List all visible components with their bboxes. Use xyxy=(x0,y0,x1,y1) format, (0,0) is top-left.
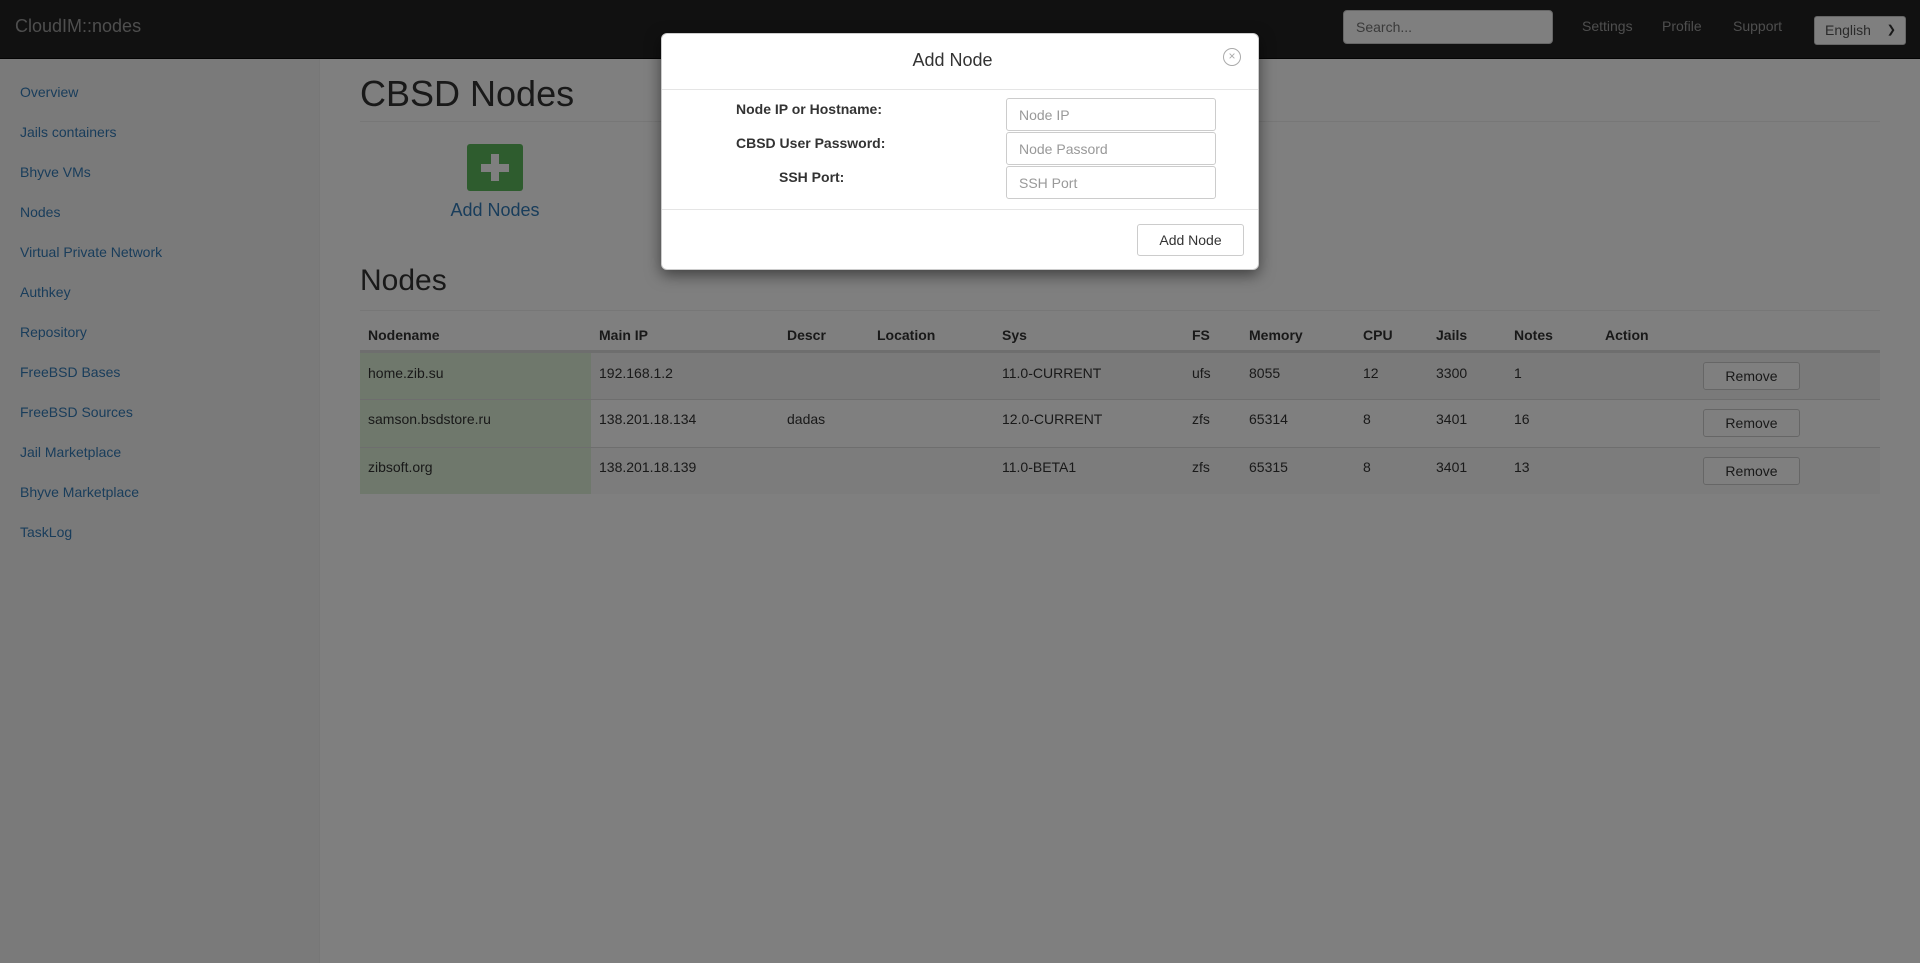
modal-header: Add Node × xyxy=(662,34,1258,90)
modal-title: Add Node xyxy=(912,50,993,70)
add-node-submit-button[interactable]: Add Node xyxy=(1137,224,1244,256)
node-ip-input[interactable] xyxy=(1006,98,1216,131)
add-node-modal: Add Node × Node IP or Hostname: CBSD Use… xyxy=(661,33,1259,270)
ssh-port-label: SSH Port: xyxy=(779,169,845,185)
ssh-port-input[interactable] xyxy=(1006,166,1216,199)
password-label: CBSD User Password: xyxy=(736,135,886,151)
password-input[interactable] xyxy=(1006,132,1216,165)
modal-footer-divider xyxy=(662,209,1258,210)
close-icon[interactable]: × xyxy=(1223,48,1241,66)
node-ip-label: Node IP or Hostname: xyxy=(736,101,882,117)
